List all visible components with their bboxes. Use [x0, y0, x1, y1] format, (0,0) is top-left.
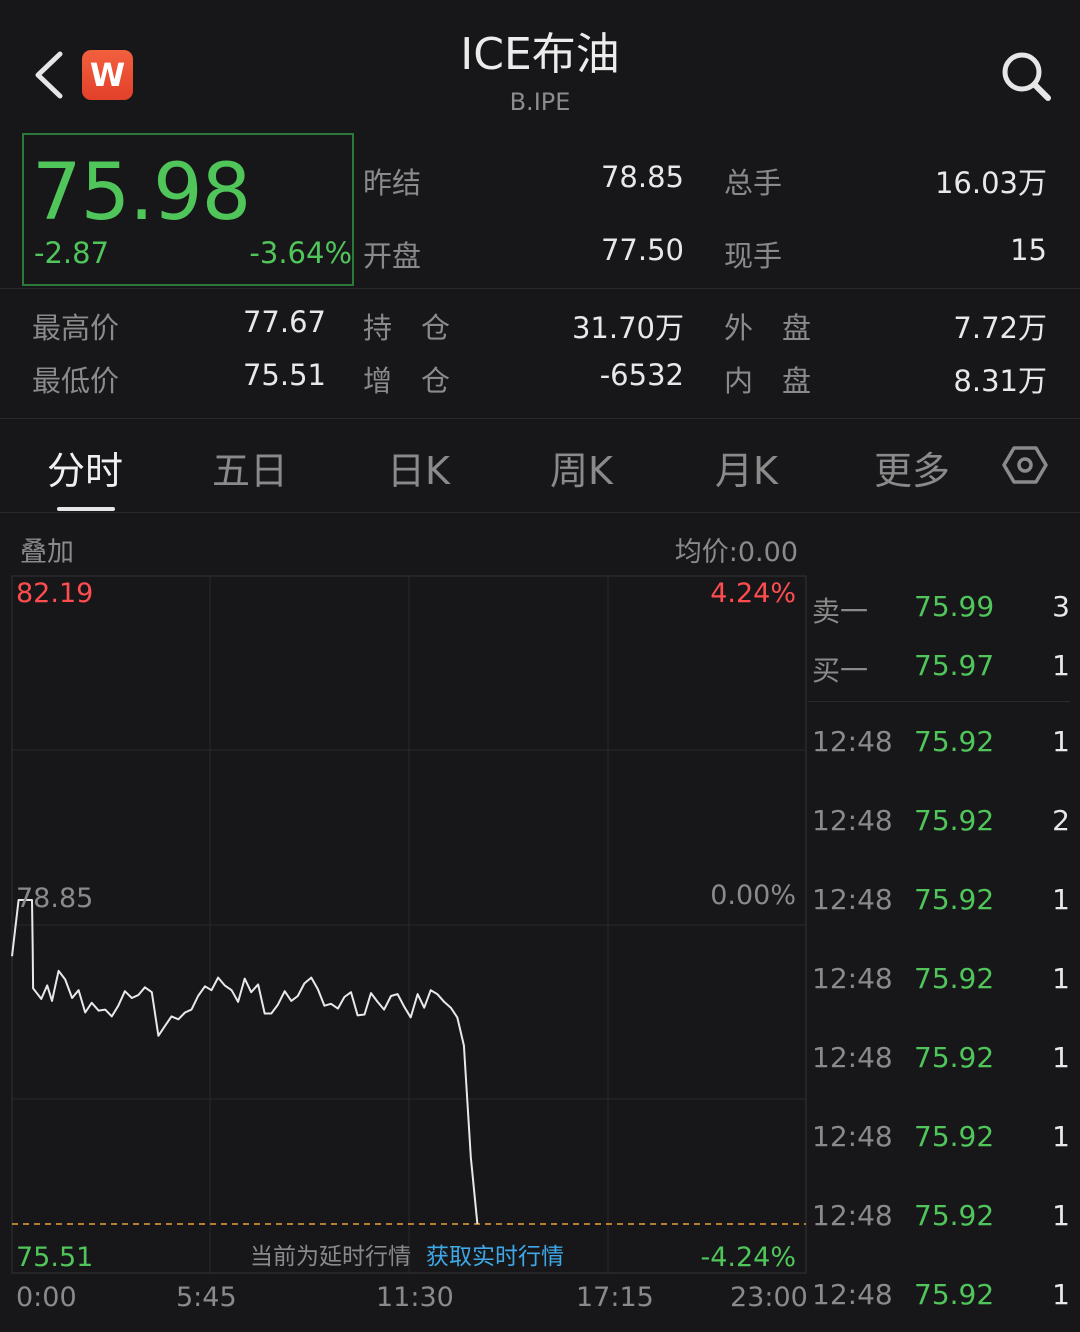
trade-time: 12:48	[812, 1120, 893, 1153]
x-axis-label: 5:45	[176, 1282, 237, 1313]
trade-price: 75.92	[914, 725, 995, 758]
trade-time: 12:48	[812, 1199, 893, 1232]
trade-price: 75.92	[914, 962, 995, 995]
trade-time: 12:48	[812, 804, 893, 837]
y-axis-min-label: 75.51	[16, 1242, 94, 1273]
y-axis-mid-label: 78.85	[16, 883, 94, 914]
trade-price: 75.92	[914, 1199, 995, 1232]
x-axis-label: 11:30	[376, 1282, 454, 1313]
y-axis-max-label: 82.19	[16, 578, 94, 609]
trade-time: 12:48	[812, 883, 893, 916]
x-axis-label: 17:15	[576, 1282, 654, 1313]
pct-axis-mid-label: 0.00%	[710, 880, 796, 911]
trade-price: 75.92	[914, 804, 995, 837]
trade-time: 12:48	[812, 725, 893, 758]
trade-volume: 1	[1052, 1120, 1070, 1153]
trade-volume: 1	[1052, 1278, 1070, 1311]
bid-price: 75.97	[914, 649, 995, 682]
get-realtime-quote-link[interactable]: 获取实时行情	[426, 1237, 564, 1271]
pct-axis-min-label: -4.24%	[700, 1242, 796, 1273]
ask-price: 75.99	[914, 590, 995, 623]
trade-volume: 2	[1052, 804, 1070, 837]
price-series-line	[11, 899, 479, 1225]
divider	[808, 701, 1070, 702]
trade-volume: 1	[1052, 962, 1070, 995]
x-axis-label: 23:00	[730, 1282, 808, 1313]
trade-time: 12:48	[812, 1041, 893, 1074]
trade-price: 75.92	[914, 1120, 995, 1153]
x-axis-label: 0:00	[16, 1282, 77, 1313]
trade-time: 12:48	[812, 962, 893, 995]
bid-volume: 1	[1052, 649, 1070, 682]
trade-volume: 1	[1052, 725, 1070, 758]
bid-label: 买一	[812, 654, 869, 687]
trade-volume: 1	[1052, 883, 1070, 916]
pct-axis-max-label: 4.24%	[710, 578, 796, 609]
trade-price: 75.92	[914, 1041, 995, 1074]
trade-volume: 1	[1052, 1199, 1070, 1232]
trade-price: 75.92	[914, 883, 995, 916]
ask-volume: 3	[1052, 590, 1070, 623]
delayed-quote-note: 当前为延时行情	[250, 1244, 411, 1270]
trade-price: 75.92	[914, 1278, 995, 1311]
ask-label: 卖一	[812, 595, 869, 628]
trade-volume: 1	[1052, 1041, 1070, 1074]
trade-time: 12:48	[812, 1278, 893, 1311]
